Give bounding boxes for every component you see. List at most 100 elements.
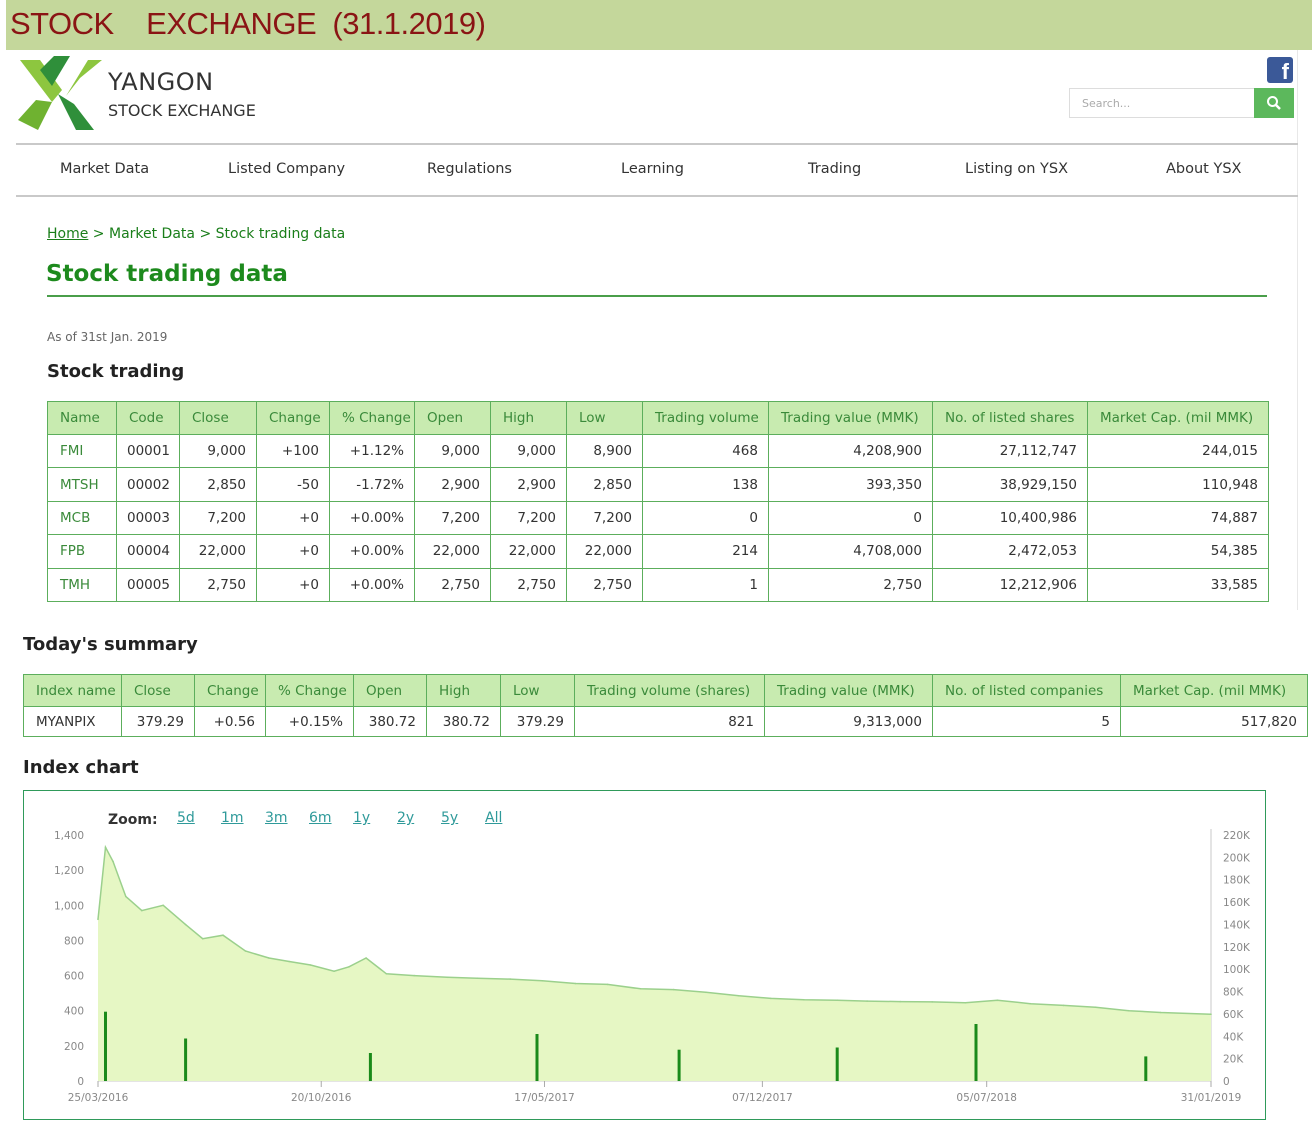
cell-close: 2,750	[179, 567, 257, 602]
index-point	[104, 846, 107, 849]
nav-about-ysx[interactable]: About YSX	[1166, 161, 1241, 177]
column-header-low[interactable]: Low	[500, 674, 575, 707]
zoom-5d[interactable]: 5d	[177, 810, 195, 826]
zoom-all[interactable]: All	[485, 810, 502, 826]
column-header-trading-volume[interactable]: Trading volume	[642, 401, 769, 435]
column-header-open[interactable]: Open	[414, 401, 491, 435]
y-right-tick-label: 140K	[1223, 919, 1251, 931]
cell-change: +0.00%	[329, 567, 415, 602]
search-button[interactable]	[1254, 88, 1294, 118]
volume-bar	[104, 1011, 107, 1081]
cell-change: +0.15%	[265, 706, 354, 737]
column-header-change[interactable]: Change	[256, 401, 330, 435]
index-point	[803, 999, 805, 1001]
breadcrumb-market-data[interactable]: Market Data	[109, 226, 195, 242]
nav-trading[interactable]: Trading	[808, 161, 861, 177]
index-point	[201, 937, 204, 940]
cell-name[interactable]: MTSH	[47, 467, 117, 502]
cell-no-of-listed-shares: 10,400,986	[932, 500, 1088, 536]
index-point	[574, 982, 577, 985]
search-input[interactable]: Search...	[1069, 88, 1255, 118]
facebook-icon[interactable]: f	[1267, 57, 1293, 83]
column-header-name[interactable]: Name	[47, 401, 117, 435]
cell-open: 2,750	[414, 567, 491, 602]
column-header-change[interactable]: % Change	[265, 674, 354, 707]
column-header-open[interactable]: Open	[353, 674, 427, 707]
volume-bar	[835, 1047, 839, 1081]
volume-bar	[184, 1038, 188, 1081]
index-point	[1210, 1013, 1212, 1015]
breadcrumb-current: Stock trading data	[215, 226, 346, 242]
column-header-low[interactable]: Low	[566, 401, 643, 435]
zoom-6m[interactable]: 6m	[309, 810, 332, 826]
cell-name[interactable]: FMI	[47, 433, 117, 469]
index-point	[348, 966, 350, 968]
index-point	[836, 999, 838, 1001]
banner: STOCK EXCHANGE (31.1.2019)	[6, 0, 1312, 50]
nav-market-data[interactable]: Market Data	[60, 161, 149, 177]
cell-market-cap-mil-mmk: 110,948	[1087, 467, 1269, 502]
column-header-index-name[interactable]: Index name	[23, 674, 122, 707]
cell-name[interactable]: FPB	[47, 534, 117, 569]
column-header-no-of-listed-companies[interactable]: No. of listed companies	[932, 674, 1121, 707]
cell-code: 00003	[116, 500, 180, 536]
index-point	[141, 909, 143, 912]
cell-low: 7,200	[566, 500, 643, 536]
column-header-close[interactable]: Close	[179, 401, 257, 435]
cell-name[interactable]: TMH	[47, 567, 117, 602]
column-header-close[interactable]: Close	[121, 674, 195, 707]
column-header-change[interactable]: Change	[194, 674, 266, 707]
column-header-high[interactable]: High	[426, 674, 501, 707]
cell-market-cap-mil-mmk: 517,820	[1120, 706, 1308, 737]
nav-learning[interactable]: Learning	[621, 161, 684, 177]
cell-close: 7,200	[179, 500, 257, 536]
cell-high: 22,000	[490, 534, 567, 569]
cell-trading-volume-shares: 821	[574, 706, 765, 737]
nav-listed-company[interactable]: Listed Company	[228, 161, 345, 177]
cell-change: +0	[256, 567, 330, 602]
cell-high: 2,750	[490, 567, 567, 602]
column-header-market-cap-mil-mmk[interactable]: Market Cap. (mil MMK)	[1120, 674, 1308, 707]
index-point	[446, 976, 449, 979]
index-point	[288, 960, 291, 963]
cell-open: 22,000	[414, 534, 491, 569]
x-tick-label: 05/07/2018	[956, 1092, 1017, 1104]
cell-change: +0.00%	[329, 534, 415, 569]
zoom-1m[interactable]: 1m	[221, 810, 244, 826]
todays-summary-table: Index name Close Change% Change Open High Low…	[23, 674, 1308, 737]
column-header-change[interactable]: % Change	[329, 401, 415, 435]
column-header-trading-value-mmk[interactable]: Trading value (MMK)	[764, 674, 933, 707]
cell-trading-value-mmk: 0	[768, 500, 933, 536]
column-header-high[interactable]: High	[490, 401, 567, 435]
index-chart[interactable]: 0 200 400 600 800 1,000 1,200 1,400 0 20K 40K 60K 80…	[23, 790, 1266, 1120]
y-right-tick-label: 180K	[1223, 875, 1251, 887]
brand-name: YANGON	[108, 68, 214, 96]
x-tick-label: 17/05/2017	[514, 1092, 575, 1104]
column-header-code[interactable]: Code	[116, 401, 180, 435]
index-point	[309, 964, 312, 966]
column-header-no-of-listed-shares[interactable]: No. of listed shares	[932, 401, 1088, 435]
x-tick-label: 31/01/2019	[1181, 1092, 1242, 1104]
index-point	[1160, 1011, 1162, 1014]
index-point	[385, 973, 388, 975]
volume-bar	[535, 1034, 539, 1081]
column-header-trading-volume-shares[interactable]: Trading volume (shares)	[574, 674, 765, 707]
nav-regulations[interactable]: Regulations	[427, 161, 512, 177]
y-right-tick-label: 0	[1223, 1076, 1230, 1088]
zoom-5y[interactable]: 5y	[441, 810, 458, 826]
index-point	[931, 1001, 933, 1003]
cell-name[interactable]: MCB	[47, 500, 117, 536]
ysx-logo[interactable]	[18, 56, 102, 132]
column-header-market-cap-mil-mmk[interactable]: Market Cap. (mil MMK)	[1087, 401, 1269, 435]
search-icon	[1267, 96, 1281, 110]
column-header-trading-value-mmk[interactable]: Trading value (MMK)	[768, 401, 933, 435]
nav-listing-on-ysx[interactable]: Listing on YSX	[965, 161, 1068, 177]
zoom-1y[interactable]: 1y	[353, 810, 370, 826]
zoom-3m[interactable]: 3m	[265, 810, 288, 826]
index-point	[184, 923, 187, 926]
breadcrumb-home[interactable]: Home	[47, 226, 88, 242]
cell-change: -50	[256, 467, 330, 502]
cell-no-of-listed-shares: 27,112,747	[932, 433, 1088, 469]
volume-bar	[974, 1024, 978, 1081]
zoom-2y[interactable]: 2y	[397, 810, 414, 826]
